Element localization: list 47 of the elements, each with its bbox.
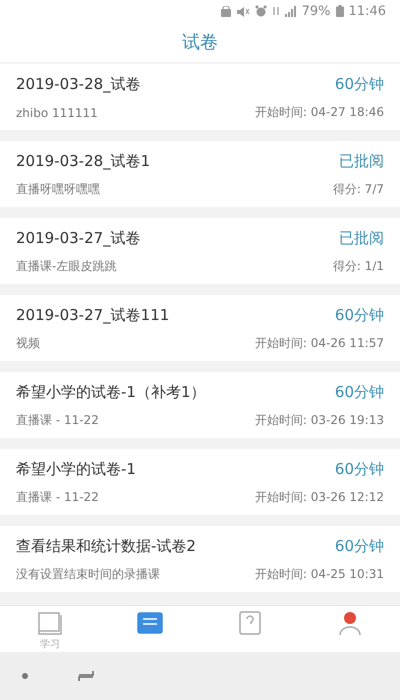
paper-status: 60分钟 — [334, 306, 384, 325]
paper-card[interactable]: 2019-03-28_试卷1 已批阅 直播呀嘿呀嘿嘿 得分: 7/7 — [0, 141, 400, 207]
paper-info: 开始时间: 03-26 12:12 — [254, 489, 384, 506]
paper-course: 直播课-左眼皮跳跳 — [16, 258, 118, 275]
paper-status: 60分钟 — [334, 537, 384, 556]
paper-course: 视频 — [16, 335, 41, 352]
paper-card[interactable]: 希望小学的试卷-1 60分钟 直播课 - 11-22 开始时间: 03-26 12:12 — [0, 449, 400, 515]
paper-course: 直播呀嘿呀嘿嘿 — [16, 181, 101, 198]
paper-status: 60分钟 — [334, 75, 384, 94]
paper-course: 直播课 - 11-22 — [16, 412, 100, 429]
paper-title: 2019-03-28_试卷1 — [16, 152, 152, 171]
paper-card[interactable]: 2019-03-27_试卷 已批阅 直播课-左眼皮跳跳 得分: 1/1 — [0, 218, 400, 284]
clock-time: 11:46 — [348, 4, 386, 18]
paper-info: 开始时间: 04-26 11:57 — [254, 335, 384, 352]
paper-card[interactable]: 希望小学的试卷-1（补考1） 60分钟 直播课 - 11-22 开始时间: 03-26 19:13 — [0, 372, 400, 438]
paper-status: 60分钟 — [334, 383, 384, 402]
paper-status: 60分钟 — [334, 460, 384, 479]
paper-course: zhibo 111111 — [16, 106, 99, 120]
paper-title: 希望小学的试卷-1 — [16, 460, 137, 479]
paper-title: 2019-03-27_试卷111 — [16, 306, 170, 325]
paper-info: 开始时间: 04-25 10:31 — [254, 566, 384, 583]
paper-info: 得分: 1/1 — [332, 258, 384, 275]
lock-icon — [220, 6, 231, 16]
paper-title: 2019-03-27_试卷 — [16, 229, 142, 248]
paper-course: 没有设置结束时间的录播课 — [16, 566, 161, 583]
paper-card[interactable]: 2019-03-28_试卷 60分钟 zhibo 111111 开始时间: 04-27 18:46 — [0, 64, 400, 130]
home-dot-icon[interactable] — [22, 673, 28, 679]
recents-icon[interactable] — [78, 670, 94, 682]
battery-icon — [336, 5, 344, 17]
signal-icon — [284, 6, 297, 16]
paper-course: 直播课 - 11-22 — [16, 489, 100, 506]
paper-status: 已批阅 — [339, 229, 384, 248]
book-icon — [36, 610, 64, 636]
paper-status: 已批阅 — [339, 152, 384, 171]
paper-card[interactable]: 查看结果和统计数据-试卷2 60分钟 没有设置结束时间的录播课 开始时间: 04-25 10:31 — [0, 526, 400, 592]
battery-level: 79% — [302, 4, 331, 18]
page-title: 试卷 — [182, 31, 218, 54]
paper-info: 开始时间: 03-26 19:13 — [254, 412, 384, 429]
paper-title: 查看结果和统计数据-试卷2 — [16, 537, 197, 556]
paper-info: 开始时间: 04-27 18:46 — [254, 104, 384, 121]
paper-title: 2019-03-28_试卷 — [16, 75, 142, 94]
document-icon — [136, 610, 164, 636]
paper-card[interactable]: 2019-03-27_试卷111 60分钟 视频 开始时间: 04-26 11:57 — [0, 295, 400, 361]
paper-title: 希望小学的试卷-1（补考1） — [16, 383, 206, 402]
mute-icon — [236, 6, 250, 16]
alarm-icon — [254, 5, 267, 17]
paper-info: 得分: 7/7 — [332, 181, 384, 198]
